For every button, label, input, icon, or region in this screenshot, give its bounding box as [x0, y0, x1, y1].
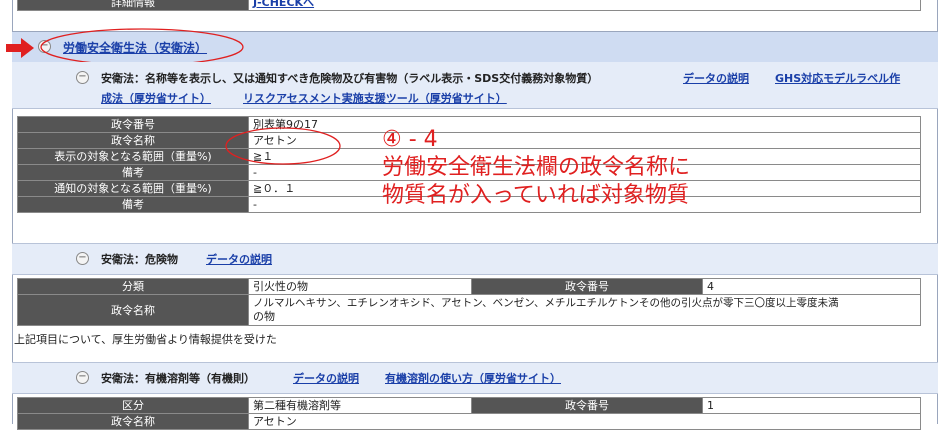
table-row: 政令名称 ノルマルヘキサン、エチレンオキシド、アセトン、ベンゼン、メチルエチルケ…	[17, 294, 921, 326]
row-label: 政令番号	[17, 116, 249, 133]
row-label: 区分	[17, 397, 249, 414]
annotation-text-2: 物質名が入っていれば対象物質	[382, 183, 689, 208]
table-row: 政令名称 アセトン	[17, 413, 921, 430]
row-label: 分類	[17, 278, 249, 295]
row-label: 政令名称	[17, 294, 249, 326]
table-row: 区分 第二種有機溶剤等 政令番号 1	[17, 397, 921, 414]
j-check-link[interactable]: J-CHECKへ	[253, 0, 314, 9]
row-value: 第二種有機溶剤等	[248, 397, 472, 414]
row-value: アセトン	[248, 413, 921, 430]
detail-info-label: 詳細情報	[17, 0, 249, 11]
detail-info-cell: J-CHECKへ	[248, 0, 921, 11]
row-label: 政令名称	[17, 413, 249, 430]
collapse-icon[interactable]: −	[76, 71, 89, 84]
ghs-model-label-link-cont[interactable]: 成法（厚労省サイト）	[101, 90, 211, 106]
table-row: 分類 引火性の物 政令番号 4	[17, 278, 921, 295]
data-description-link[interactable]: データの説明	[683, 70, 749, 86]
row-label: 政令番号	[471, 278, 703, 295]
row-value: 引火性の物	[248, 278, 472, 295]
info-note: 上記項目について、厚生労働省より情報提供を受けた	[14, 333, 277, 346]
highlight-ellipse-name	[225, 127, 341, 165]
ghs-model-label-link[interactable]: GHS対応モデルラベル作	[775, 70, 900, 86]
detail-info-table: 詳細情報 J-CHECKへ	[17, 0, 921, 11]
collapse-icon[interactable]: −	[76, 252, 89, 265]
row-label: 備考	[17, 164, 249, 181]
hazardous-table: 分類 引火性の物 政令番号 4 政令名称 ノルマルヘキサン、エチレンオキシド、ア…	[17, 278, 921, 326]
subsection-title-hazardous: 安衛法：危険物	[101, 253, 178, 266]
row-value: ノルマルヘキサン、エチレンオキシド、アセトン、ベンゼン、メチルエチルケトンその他…	[248, 294, 921, 326]
row-value: 1	[702, 397, 921, 414]
risk-assessment-tool-link[interactable]: リスクアセスメント実施支援ツール（厚労省サイト）	[243, 90, 507, 106]
row-label: 備考	[17, 196, 249, 213]
subsection-title-label-sds: 安衛法：名称等を表示し、又は通知すべき危険物及び有害物（ラベル表示・SDS交付義…	[101, 72, 599, 85]
row-label: 通知の対象となる範囲（重量%)	[17, 180, 249, 197]
annotation-callout: ④ - 4 労働安全衛生法欄の政令名称に 物質名が入っていれば対象物質	[382, 126, 690, 210]
row-label: 表示の対象となる範囲（重量%)	[17, 148, 249, 165]
data-description-link[interactable]: データの説明	[293, 370, 359, 386]
row-value: 4	[702, 278, 921, 295]
row-value-line: の物	[253, 310, 275, 323]
row-value-line: ノルマルヘキサン、エチレンオキシド、アセトン、ベンゼン、メチルエチルケトンその他…	[253, 297, 839, 309]
organic-solvent-table: 区分 第二種有機溶剤等 政令番号 1 政令名称 アセトン	[17, 397, 921, 430]
row-label: 政令番号	[471, 397, 703, 414]
organic-solvent-usage-link[interactable]: 有機溶剤の使い方（厚労省サイト）	[385, 370, 561, 386]
collapse-icon[interactable]: −	[76, 371, 89, 384]
subsection-title-organic-solvent: 安衛法：有機溶剤等（有機則）	[101, 372, 255, 385]
annotation-step: ④ - 4	[382, 127, 438, 152]
red-arrow-icon	[6, 38, 34, 58]
annotation-text-1: 労働安全衛生法欄の政令名称に	[382, 155, 691, 180]
row-label: 政令名称	[17, 132, 249, 149]
data-description-link[interactable]: データの説明	[206, 251, 272, 267]
